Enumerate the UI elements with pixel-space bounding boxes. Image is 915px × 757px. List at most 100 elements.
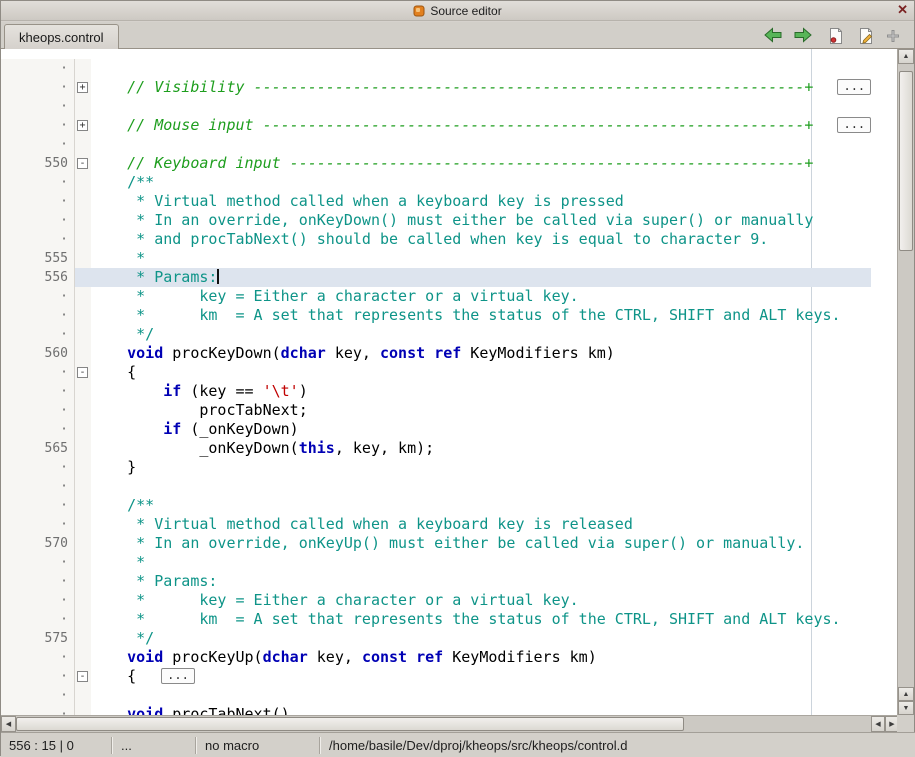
code-text[interactable]: _onKeyDown(this, key, km); bbox=[91, 439, 871, 458]
code-line[interactable]: · * and procTabNext() should be called w… bbox=[1, 230, 871, 249]
code-line[interactable]: · * bbox=[1, 553, 871, 572]
code-text[interactable]: * Params: bbox=[91, 572, 871, 591]
code-text[interactable] bbox=[91, 97, 871, 116]
code-line[interactable]: · bbox=[1, 97, 871, 116]
detach-icon[interactable] bbox=[886, 29, 900, 43]
code-text[interactable]: */ bbox=[91, 629, 871, 648]
collapsed-fold-indicator[interactable]: ... bbox=[837, 79, 871, 95]
line-number[interactable]: · bbox=[1, 496, 75, 515]
scroll-left-icon[interactable]: ◀ bbox=[1, 716, 16, 732]
code-text[interactable]: * key = Either a character or a virtual … bbox=[91, 591, 871, 610]
line-number[interactable]: · bbox=[1, 59, 75, 78]
line-number[interactable]: 570 bbox=[1, 534, 75, 553]
code-text[interactable]: * In an override, onKeyDown() must eithe… bbox=[91, 211, 871, 230]
vertical-scrollbar[interactable]: ▲ ▲ ▼ bbox=[897, 49, 914, 715]
code-line[interactable]: · } bbox=[1, 458, 871, 477]
code-line[interactable]: · bbox=[1, 135, 871, 154]
code-text[interactable]: // Keyboard input ----------------------… bbox=[91, 154, 871, 173]
code-text[interactable]: * Params: bbox=[91, 268, 871, 287]
code-text[interactable] bbox=[91, 59, 871, 78]
save-file-icon[interactable] bbox=[827, 27, 845, 45]
code-text[interactable]: } bbox=[91, 458, 871, 477]
nav-forward-icon[interactable] bbox=[793, 27, 813, 43]
collapsed-fold-indicator[interactable]: ... bbox=[161, 668, 195, 684]
code-text[interactable]: * bbox=[91, 249, 871, 268]
code-text[interactable]: * Virtual method called when a keyboard … bbox=[91, 192, 871, 211]
line-number[interactable]: · bbox=[1, 173, 75, 192]
code-text[interactable]: * bbox=[91, 553, 871, 572]
line-number[interactable]: · bbox=[1, 325, 75, 344]
line-number[interactable]: · bbox=[1, 458, 75, 477]
line-number[interactable]: · bbox=[1, 667, 75, 686]
code-line[interactable]: ·+ // Mouse input ----------------------… bbox=[1, 116, 871, 135]
code-text[interactable]: {... bbox=[91, 667, 871, 686]
code-line[interactable]: · * key = Either a character or a virtua… bbox=[1, 591, 871, 610]
code-text[interactable]: void procTabNext() bbox=[91, 705, 871, 715]
line-number[interactable]: · bbox=[1, 515, 75, 534]
line-number[interactable]: · bbox=[1, 420, 75, 439]
code-text[interactable]: * and procTabNext() should be called whe… bbox=[91, 230, 871, 249]
line-number[interactable]: · bbox=[1, 287, 75, 306]
fold-collapse-icon[interactable]: - bbox=[77, 671, 88, 682]
code-line[interactable]: 555 * bbox=[1, 249, 871, 268]
code-text[interactable]: if (_onKeyDown) bbox=[91, 420, 871, 439]
code-text[interactable]: /** bbox=[91, 173, 871, 192]
code-line[interactable]: · * Virtual method called when a keyboar… bbox=[1, 192, 871, 211]
line-number[interactable]: 565 bbox=[1, 439, 75, 458]
code-line[interactable]: · * km = A set that represents the statu… bbox=[1, 306, 871, 325]
code-text[interactable]: * In an override, onKeyUp() must either … bbox=[91, 534, 871, 553]
code-text[interactable]: * key = Either a character or a virtual … bbox=[91, 287, 871, 306]
line-number[interactable]: · bbox=[1, 192, 75, 211]
horizontal-scrollbar-thumb[interactable] bbox=[16, 717, 684, 731]
close-icon[interactable]: ✕ bbox=[897, 2, 908, 18]
code-line[interactable]: · * Params: bbox=[1, 572, 871, 591]
code-line[interactable]: · void procKeyUp(dchar key, const ref Ke… bbox=[1, 648, 871, 667]
line-number[interactable]: · bbox=[1, 382, 75, 401]
vertical-scrollbar-thumb[interactable] bbox=[899, 71, 913, 251]
scroll-left-secondary-icon[interactable]: ◀ bbox=[871, 716, 885, 732]
line-number[interactable]: · bbox=[1, 553, 75, 572]
code-line[interactable]: 570 * In an override, onKeyUp() must eit… bbox=[1, 534, 871, 553]
scroll-up-secondary-icon[interactable]: ▲ bbox=[898, 687, 914, 701]
line-number[interactable]: 560 bbox=[1, 344, 75, 363]
code-text[interactable]: if (key == '\t') bbox=[91, 382, 871, 401]
line-number[interactable]: · bbox=[1, 116, 75, 135]
code-line[interactable]: · bbox=[1, 477, 871, 496]
scroll-up-icon[interactable]: ▲ bbox=[898, 49, 914, 64]
code-line[interactable]: · if (key == '\t') bbox=[1, 382, 871, 401]
code-text[interactable] bbox=[91, 686, 871, 705]
code-text[interactable]: { bbox=[91, 363, 871, 382]
line-number[interactable]: · bbox=[1, 363, 75, 382]
fold-collapse-icon[interactable]: - bbox=[77, 367, 88, 378]
line-number[interactable]: · bbox=[1, 135, 75, 154]
tab-kheops-control[interactable]: kheops.control bbox=[4, 24, 119, 49]
line-number[interactable]: 575 bbox=[1, 629, 75, 648]
code-text[interactable]: * Virtual method called when a keyboard … bbox=[91, 515, 871, 534]
code-line[interactable]: · /** bbox=[1, 496, 871, 515]
fold-expand-icon[interactable]: + bbox=[77, 82, 88, 93]
code-line[interactable]: · void procTabNext() bbox=[1, 705, 871, 715]
collapsed-fold-indicator[interactable]: ... bbox=[837, 117, 871, 133]
line-number[interactable]: · bbox=[1, 230, 75, 249]
code-line[interactable]: 556 * Params: bbox=[1, 268, 871, 287]
code-line[interactable]: · bbox=[1, 59, 871, 78]
code-text[interactable]: void procKeyUp(dchar key, const ref KeyM… bbox=[91, 648, 871, 667]
code-editor[interactable]: ··+ // Visibility ----------------------… bbox=[1, 49, 899, 715]
code-line[interactable]: 575 */ bbox=[1, 629, 871, 648]
code-line[interactable]: · * In an override, onKeyDown() must eit… bbox=[1, 211, 871, 230]
line-number[interactable]: · bbox=[1, 686, 75, 705]
line-number[interactable]: · bbox=[1, 477, 75, 496]
line-number[interactable]: · bbox=[1, 591, 75, 610]
line-number[interactable]: · bbox=[1, 648, 75, 667]
fold-expand-icon[interactable]: + bbox=[77, 120, 88, 131]
code-text[interactable]: // Visibility --------------------------… bbox=[91, 78, 871, 97]
fold-collapse-icon[interactable]: - bbox=[77, 158, 88, 169]
code-line[interactable]: · bbox=[1, 686, 871, 705]
code-text[interactable] bbox=[91, 135, 871, 154]
code-line[interactable]: ·- { bbox=[1, 363, 871, 382]
code-line[interactable]: · /** bbox=[1, 173, 871, 192]
save-as-icon[interactable] bbox=[857, 27, 875, 45]
code-line[interactable]: ·- {... bbox=[1, 667, 871, 686]
code-line[interactable]: 550- // Keyboard input -----------------… bbox=[1, 154, 871, 173]
code-line[interactable]: ·+ // Visibility -----------------------… bbox=[1, 78, 871, 97]
